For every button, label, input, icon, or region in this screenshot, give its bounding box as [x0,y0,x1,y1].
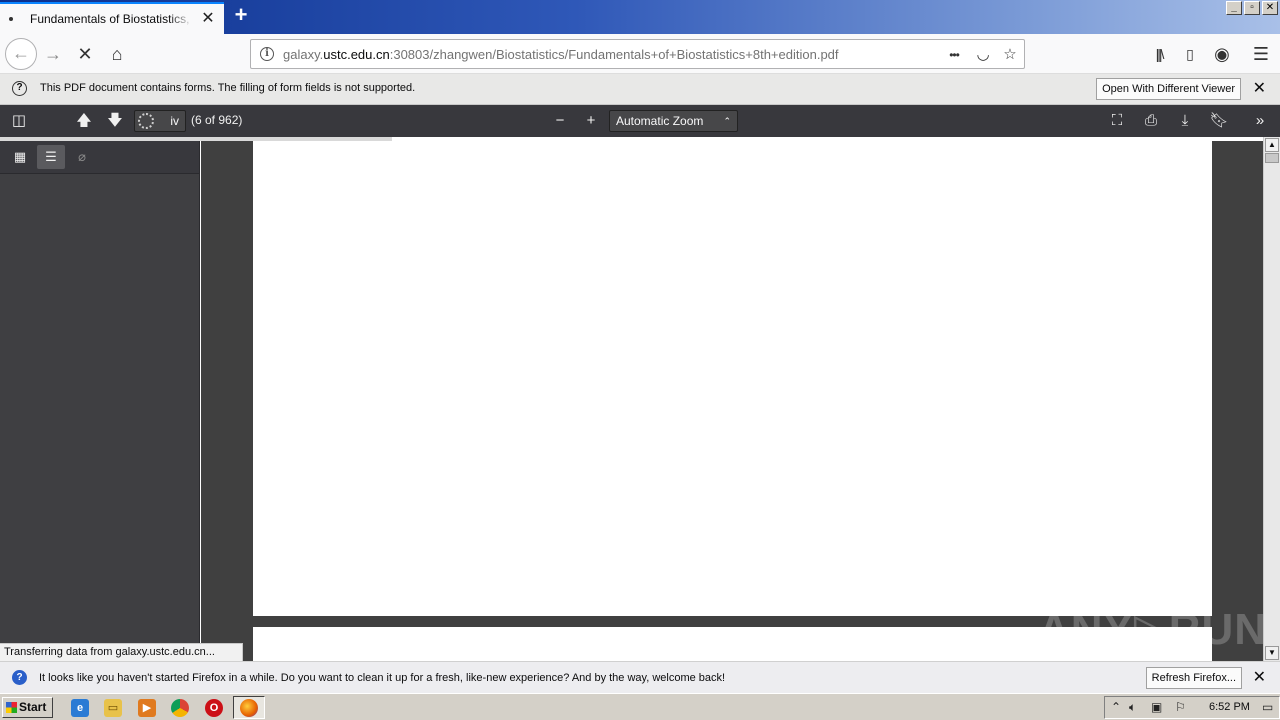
refresh-firefox-notification: ? It looks like you haven't started Fire… [0,661,1280,693]
zoom-out-icon[interactable]: − [548,109,572,133]
scroll-down-icon[interactable]: ▼ [1265,646,1279,660]
zoom-in-icon[interactable]: + [579,109,603,133]
anyrun-watermark: ANY▷RUN [1038,605,1268,654]
next-page-icon[interactable]: 🡇 [103,109,127,133]
media-player-icon[interactable]: ▶ [138,699,156,717]
url-text[interactable]: galaxy.ustc.edu.cn:30803/zhangwen/Biosta… [283,47,839,62]
loading-spinner-icon [138,113,154,129]
pdf-viewer-container[interactable] [201,141,1263,661]
window-controls: _ ▫ ✕ [1226,1,1278,15]
help-icon: ? [12,670,27,685]
forward-button[interactable]: → [41,42,65,66]
presentation-mode-icon[interactable]: ⛶ [1105,109,1129,133]
firefox-icon [240,699,258,717]
menu-icon[interactable]: ☰ [1249,42,1273,66]
start-label: Start [19,700,47,714]
zoom-value: Automatic Zoom [616,114,704,128]
firefox-taskbar-button[interactable] [233,696,265,719]
library-icon[interactable]: |||\ [1147,42,1171,66]
status-panel: Transferring data from galaxy.ustc.edu.c… [0,643,243,661]
tab-loading-icon [9,17,13,21]
tab-title: Fundamentals of Biostatistics, 8th [30,12,193,26]
sidebar-toolbar: ▦ ☰ ⌀ [0,141,199,174]
page-number-value: iv [170,114,179,128]
attachments-view-icon[interactable]: ⌀ [68,145,96,169]
zoom-dropdown-icon: ⌃ [723,116,731,126]
close-window-button[interactable]: ✕ [1262,1,1278,15]
toggle-sidebar-icon[interactable]: ◫ [7,109,31,133]
pdf-page [253,141,1212,616]
account-icon[interactable]: ◉ [1210,42,1234,66]
bookmark-star-icon[interactable]: ☆ [999,44,1021,66]
pdf-sidebar: ▦ ☰ ⌀ [0,141,200,661]
pocket-icon[interactable]: ◡ [972,44,994,66]
tab-close-icon[interactable]: ✕ [200,11,216,27]
forms-message: This PDF document contains forms. The fi… [40,82,416,94]
outline-view-icon[interactable]: ☰ [37,145,65,169]
pdf-toolbar: ◫ 🡅 🡇 iv (6 of 962) − + Automatic Zoom ⌃… [0,105,1280,137]
forms-notification-bar: ? This PDF document contains forms. The … [0,74,1280,105]
start-button[interactable]: Start [2,697,53,718]
show-desktop-icon[interactable]: ▭ [1262,700,1273,714]
clock[interactable]: 6:52 PM [1209,701,1250,713]
site-info-icon[interactable]: i [260,47,274,61]
refresh-firefox-button[interactable]: Refresh Firefox... [1145,667,1242,689]
tools-menu-icon[interactable]: » [1248,109,1272,133]
open-different-viewer-button[interactable]: Open With Different Viewer [1096,78,1241,100]
url-bar[interactable]: i galaxy.ustc.edu.cn:30803/zhangwen/Bios… [250,39,1025,69]
print-icon[interactable]: ⎙ [1139,109,1163,133]
windows-logo-icon [6,702,17,713]
close-forms-bar-icon[interactable]: ✕ [1253,80,1266,98]
stop-loading-button[interactable]: ✕ [73,42,97,66]
scrollbar-thumb[interactable] [1265,153,1279,163]
back-button[interactable]: ← [5,38,37,70]
tab-strip: Fundamentals of Biostatistics, 8th ✕ + _… [0,0,1280,34]
page-count: (6 of 962) [191,113,243,127]
download-icon[interactable]: ⤓ [1173,109,1197,133]
vertical-scrollbar[interactable]: ▲ ▼ [1263,137,1280,661]
page-number-input[interactable]: iv [134,110,186,132]
zoom-select[interactable]: Automatic Zoom ⌃ [609,110,738,132]
new-tab-button[interactable]: + [230,4,252,27]
sidebar-toggle-icon[interactable]: ▯ [1178,42,1202,66]
chrome-icon[interactable] [171,699,189,717]
system-tray: ⌃ 🔈︎ ▣ ⚐ 6:52 PM ▭ [1104,696,1280,719]
question-icon: ? [12,81,27,96]
page-actions-icon[interactable]: ••• [943,44,965,66]
file-explorer-icon[interactable]: ▭ [104,699,122,717]
close-notification-icon[interactable]: ✕ [1253,669,1266,687]
minimize-button[interactable]: _ [1226,1,1242,15]
bookmark-view-icon[interactable]: 🔖︎ [1207,109,1231,133]
tab-pdf[interactable]: Fundamentals of Biostatistics, 8th ✕ [0,2,224,34]
navigation-toolbar: ← → ✕ ⌂ i galaxy.ustc.edu.cn:30803/zhang… [0,34,1280,74]
restore-button[interactable]: ▫ [1244,1,1260,15]
network-icon[interactable]: ▣ [1151,700,1162,714]
windows-taskbar: Start e ▭ ▶ O ⌃ 🔈︎ ▣ ⚐ 6:52 PM ▭ [0,693,1280,720]
home-button[interactable]: ⌂ [105,42,129,66]
previous-page-icon[interactable]: 🡅 [72,109,96,133]
thumbnails-view-icon[interactable]: ▦ [6,145,34,169]
volume-icon[interactable]: 🔈︎ [1129,700,1136,715]
show-hidden-icons-icon[interactable]: ⌃ [1111,700,1121,714]
action-center-flag-icon[interactable]: ⚐ [1175,700,1186,714]
scroll-up-icon[interactable]: ▲ [1265,138,1279,152]
notification-message: It looks like you haven't started Firefo… [39,672,726,684]
opera-icon[interactable]: O [205,699,223,717]
internet-explorer-icon[interactable]: e [71,699,89,717]
